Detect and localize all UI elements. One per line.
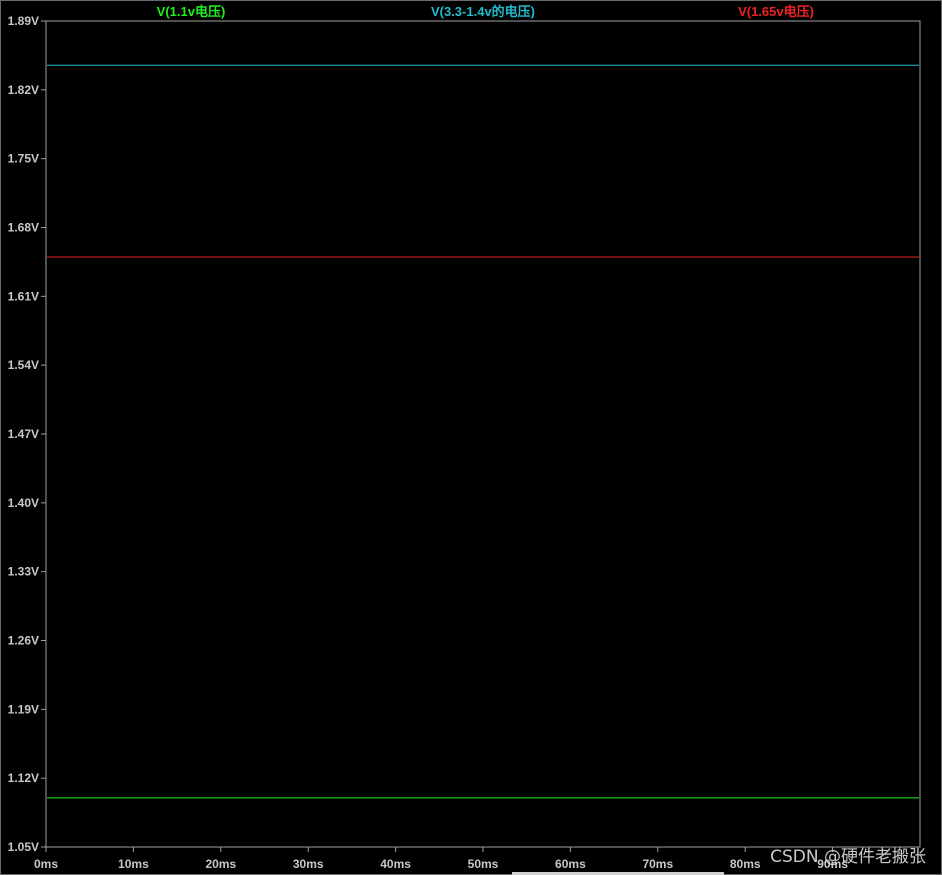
x-tick-label: 30ms [293, 857, 324, 871]
x-tick-label: 50ms [468, 857, 499, 871]
y-tick-label: 1.05V [8, 840, 39, 854]
x-tick-label: 10ms [118, 857, 149, 871]
plot-window: 1.89V 1.82V 1.75V 1.68V 1.61V 1.54V 1.47V 1.40V… [0, 0, 942, 875]
x-tick-label: 70ms [642, 857, 673, 871]
x-tick-label: 80ms [730, 857, 761, 871]
x-tick-label: 60ms [555, 857, 586, 871]
legend-label: V(1.1v电压) [157, 4, 226, 19]
legend-label: V(3.3-1.4v的电压) [431, 4, 535, 19]
y-tick-label: 1.89V [8, 14, 39, 28]
y-tick-label: 1.40V [8, 496, 39, 510]
plot-area [45, 20, 921, 848]
y-tick-label: 1.75V [8, 152, 39, 166]
plot-svg: 1.89V 1.82V 1.75V 1.68V 1.61V 1.54V 1.47V 1.40V… [8, 4, 921, 871]
y-tick-label: 1.61V [8, 289, 39, 303]
legend-label: V(1.65v电压) [738, 4, 814, 19]
y-tick-label: 1.82V [8, 83, 39, 97]
x-tick-label: 0ms [34, 857, 58, 871]
y-tick-label: 1.68V [8, 221, 39, 235]
y-tick-label: 1.19V [8, 702, 39, 716]
y-tick-label: 1.47V [8, 427, 39, 441]
watermark: CSDN @硬件老搬张 [770, 847, 926, 867]
y-tick-label: 1.12V [8, 771, 39, 785]
y-tick-label: 1.26V [8, 634, 39, 648]
y-tick-label: 1.54V [8, 358, 39, 372]
x-tick-label: 40ms [380, 857, 411, 871]
x-tick-label: 20ms [205, 857, 236, 871]
y-tick-label: 1.33V [8, 565, 39, 579]
